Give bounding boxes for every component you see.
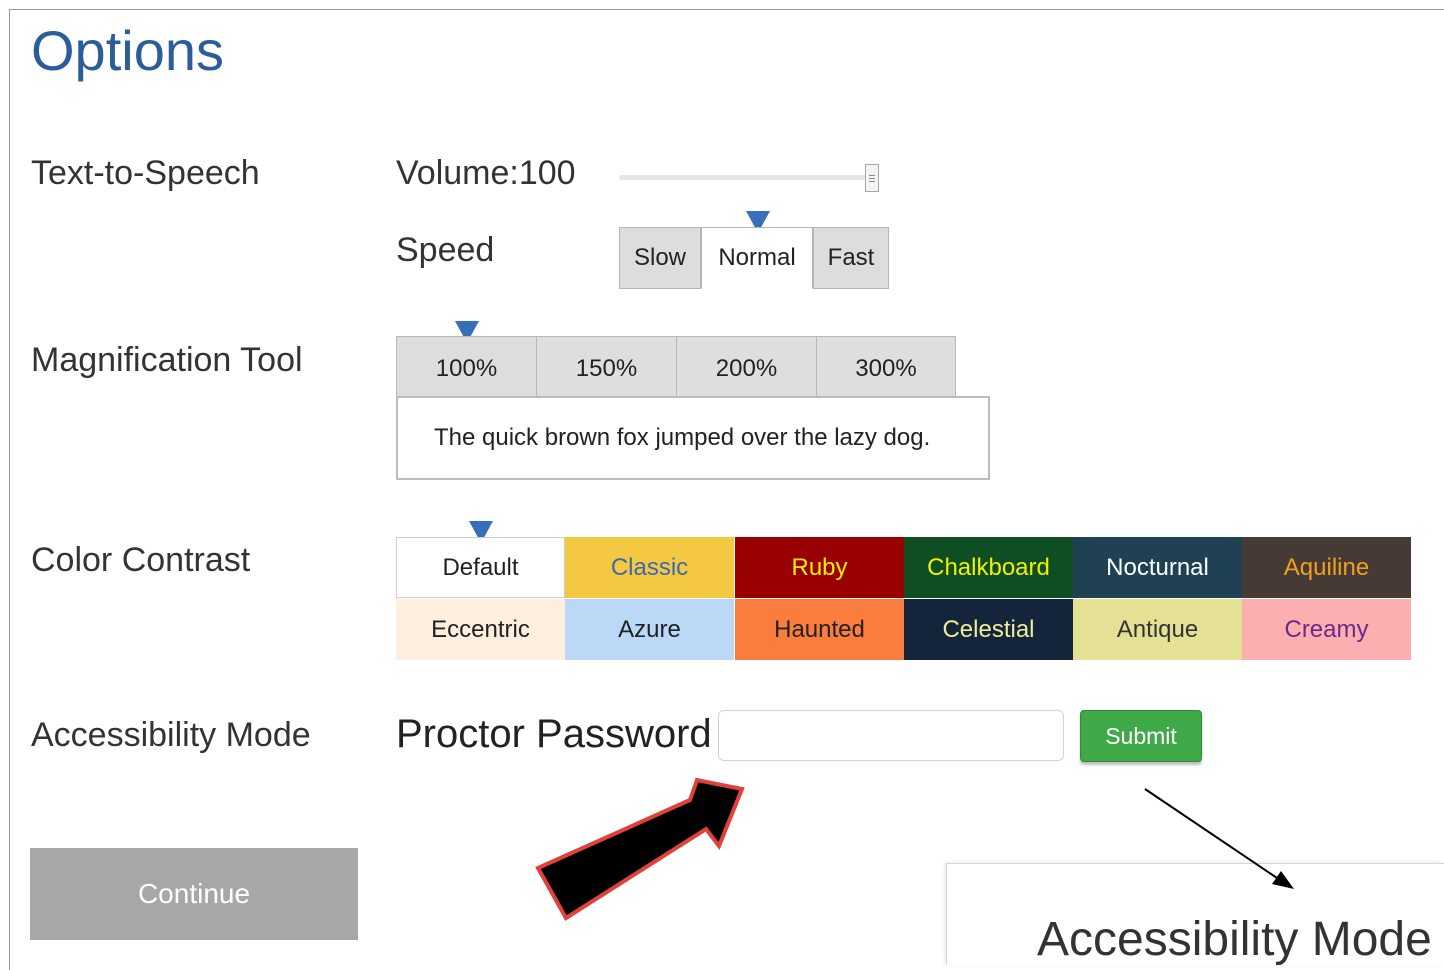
thin-arrow-icon <box>1144 788 1281 881</box>
thin-arrowhead-icon <box>1272 871 1294 889</box>
annotation-overlay <box>535 777 1294 921</box>
big-arrow-icon <box>535 777 745 921</box>
